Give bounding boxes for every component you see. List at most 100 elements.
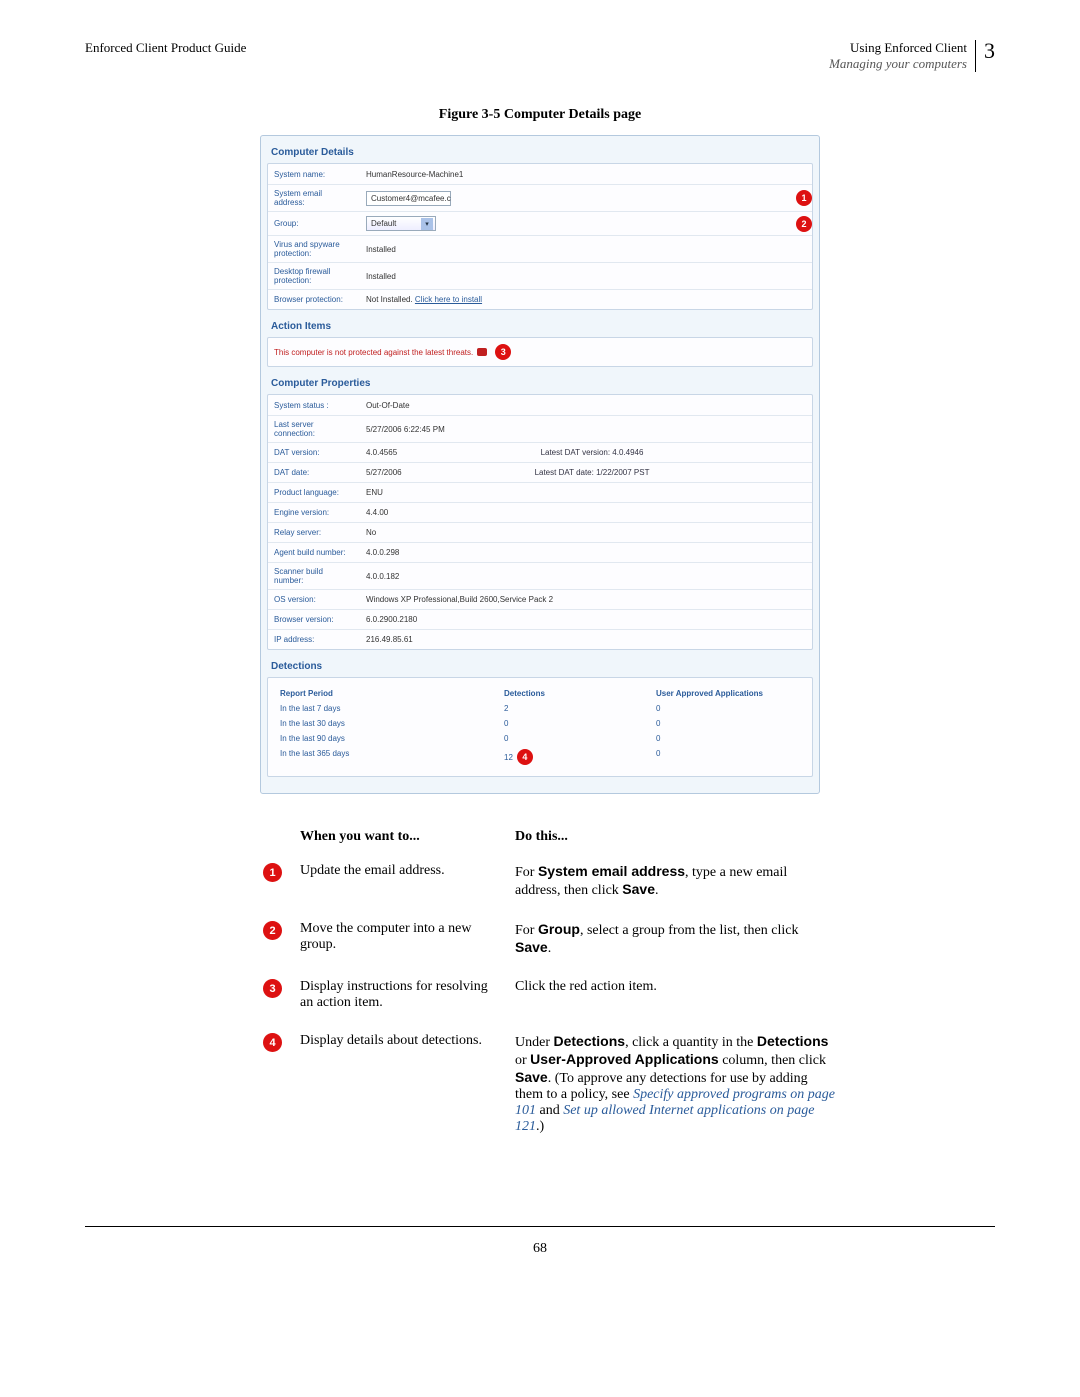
property-row: IP address:216.49.85.61	[268, 629, 812, 649]
property-value: 5/27/2006 6:22:45 PM	[360, 421, 812, 438]
details-value: Installed	[360, 268, 812, 285]
detection-count[interactable]: 2	[504, 704, 508, 713]
details-label: Virus and spyware protection:	[268, 236, 360, 262]
callout-badge: 4	[517, 749, 533, 765]
user-approved-count[interactable]: 0	[652, 746, 804, 768]
property-row: System status :Out-Of-Date	[268, 395, 812, 415]
user-approved-count[interactable]: 0	[652, 701, 804, 716]
instruction-row: 2Move the computer into a new group.For …	[245, 921, 835, 957]
property-row: Product language:ENU	[268, 482, 812, 502]
instructions-header-want: When you want to...	[300, 829, 515, 845]
chevron-down-icon[interactable]: ▾	[421, 218, 433, 230]
property-label: DAT version:	[268, 444, 360, 461]
details-row: Desktop firewall protection:Installed	[268, 262, 812, 289]
property-value: Windows XP Professional,Build 2600,Servi…	[360, 591, 812, 608]
details-value: Default▾	[360, 212, 792, 235]
property-label: DAT date:	[268, 464, 360, 481]
property-row: Scanner build number:4.0.0.182	[268, 562, 812, 589]
details-row: System email address:Customer4@mcafee.c1	[268, 184, 812, 211]
property-label: Last server connection:	[268, 416, 360, 442]
details-value: Not Installed. Click here to install	[360, 291, 812, 308]
property-row: DAT date:5/27/2006Latest DAT date: 1/22/…	[268, 462, 812, 482]
property-label: Scanner build number:	[268, 563, 360, 589]
callout-badge: 3	[495, 344, 511, 360]
property-value: 5/27/2006	[360, 464, 529, 481]
detections-row: In the last 90 days 0 0	[276, 731, 804, 746]
instruction-row: 1Update the email address.For System ema…	[245, 863, 835, 899]
property-label: Agent build number:	[268, 544, 360, 561]
details-label: Browser protection:	[268, 291, 360, 308]
property-label: Browser version:	[268, 611, 360, 628]
instruction-callout: 2	[263, 921, 282, 940]
properties-panel: System status :Out-Of-DateLast server co…	[267, 394, 813, 650]
detections-header-cell: Report Period	[276, 686, 500, 701]
user-approved-count[interactable]: 0	[652, 716, 804, 731]
details-value: HumanResource-Machine1	[360, 166, 812, 183]
report-period[interactable]: In the last 7 days	[276, 701, 500, 716]
arrow-icon[interactable]	[477, 348, 487, 356]
user-approved-count[interactable]: 0	[652, 731, 804, 746]
instruction-callout: 3	[263, 979, 282, 998]
detection-count[interactable]: 0	[504, 734, 508, 743]
instruction-do: For System email address, type a new ema…	[515, 863, 835, 899]
details-label: Desktop firewall protection:	[268, 263, 360, 289]
instruction-want: Display instructions for resolving an ac…	[300, 979, 515, 1011]
header-section: Using Enforced Client	[829, 40, 967, 56]
property-extra: Latest DAT date: 1/22/2007 PST	[529, 464, 656, 481]
action-items-panel: This computer is not protected against t…	[267, 337, 813, 367]
instruction-row: 4Display details about detections.Under …	[245, 1033, 835, 1135]
property-value: Out-Of-Date	[360, 397, 812, 414]
detections-cell: 2	[500, 701, 652, 716]
property-value: 6.0.2900.2180	[360, 611, 812, 628]
group-select[interactable]: Default▾	[366, 216, 436, 231]
callout-badge: 2	[796, 216, 812, 232]
property-value: ENU	[360, 484, 812, 501]
property-label: System status :	[268, 397, 360, 414]
detections-row: In the last 7 days 2 0	[276, 701, 804, 716]
section-action-items-title: Action Items	[267, 316, 813, 337]
section-detections-title: Detections	[267, 656, 813, 677]
detections-panel: Report PeriodDetectionsUser Approved App…	[267, 677, 813, 777]
property-value: 4.0.4565	[360, 444, 535, 461]
property-value: 4.4.00	[360, 504, 812, 521]
details-row: System name:HumanResource-Machine1	[268, 164, 812, 184]
detections-cell: 0	[500, 716, 652, 731]
details-row: Virus and spyware protection:Installed	[268, 235, 812, 262]
instruction-want: Update the email address.	[300, 863, 515, 899]
header-right: Using Enforced Client Managing your comp…	[829, 40, 995, 72]
details-value: Customer4@mcafee.c	[360, 187, 792, 210]
property-value: 216.49.85.61	[360, 631, 812, 648]
details-row: Browser protection:Not Installed. Click …	[268, 289, 812, 309]
computer-details-screenshot: Computer Details System name:HumanResour…	[260, 135, 820, 794]
section-computer-details-title: Computer Details	[267, 142, 813, 163]
detections-row: In the last 365 days 12 4 0	[276, 746, 804, 768]
page-header: Enforced Client Product Guide Using Enfo…	[85, 40, 995, 72]
detections-cell: 12 4	[500, 746, 652, 768]
report-period[interactable]: In the last 30 days	[276, 716, 500, 731]
detections-header-cell: Detections	[500, 686, 652, 701]
property-value: No	[360, 524, 812, 541]
property-label: OS version:	[268, 591, 360, 608]
detections-header: Report PeriodDetectionsUser Approved App…	[276, 686, 804, 701]
report-period[interactable]: In the last 365 days	[276, 746, 500, 768]
property-label: Engine version:	[268, 504, 360, 521]
property-row: DAT version:4.0.4565Latest DAT version: …	[268, 442, 812, 462]
action-item-text[interactable]: This computer is not protected against t…	[274, 348, 473, 357]
install-link[interactable]: Click here to install	[415, 295, 482, 304]
details-label: System name:	[268, 166, 360, 183]
detection-count[interactable]: 12	[504, 753, 513, 762]
details-value: Installed	[360, 241, 812, 258]
chapter-number: 3	[976, 40, 995, 62]
details-label: Group:	[268, 215, 360, 232]
header-left: Enforced Client Product Guide	[85, 40, 246, 72]
instructions-header-do: Do this...	[515, 829, 835, 845]
header-subsection: Managing your computers	[829, 56, 967, 72]
property-row: Agent build number:4.0.0.298	[268, 542, 812, 562]
detection-count[interactable]: 0	[504, 719, 508, 728]
property-label: IP address:	[268, 631, 360, 648]
property-label: Product language:	[268, 484, 360, 501]
detections-header-cell: User Approved Applications	[652, 686, 804, 701]
report-period[interactable]: In the last 90 days	[276, 731, 500, 746]
detections-row: In the last 30 days 0 0	[276, 716, 804, 731]
email-field[interactable]: Customer4@mcafee.c	[366, 191, 451, 206]
